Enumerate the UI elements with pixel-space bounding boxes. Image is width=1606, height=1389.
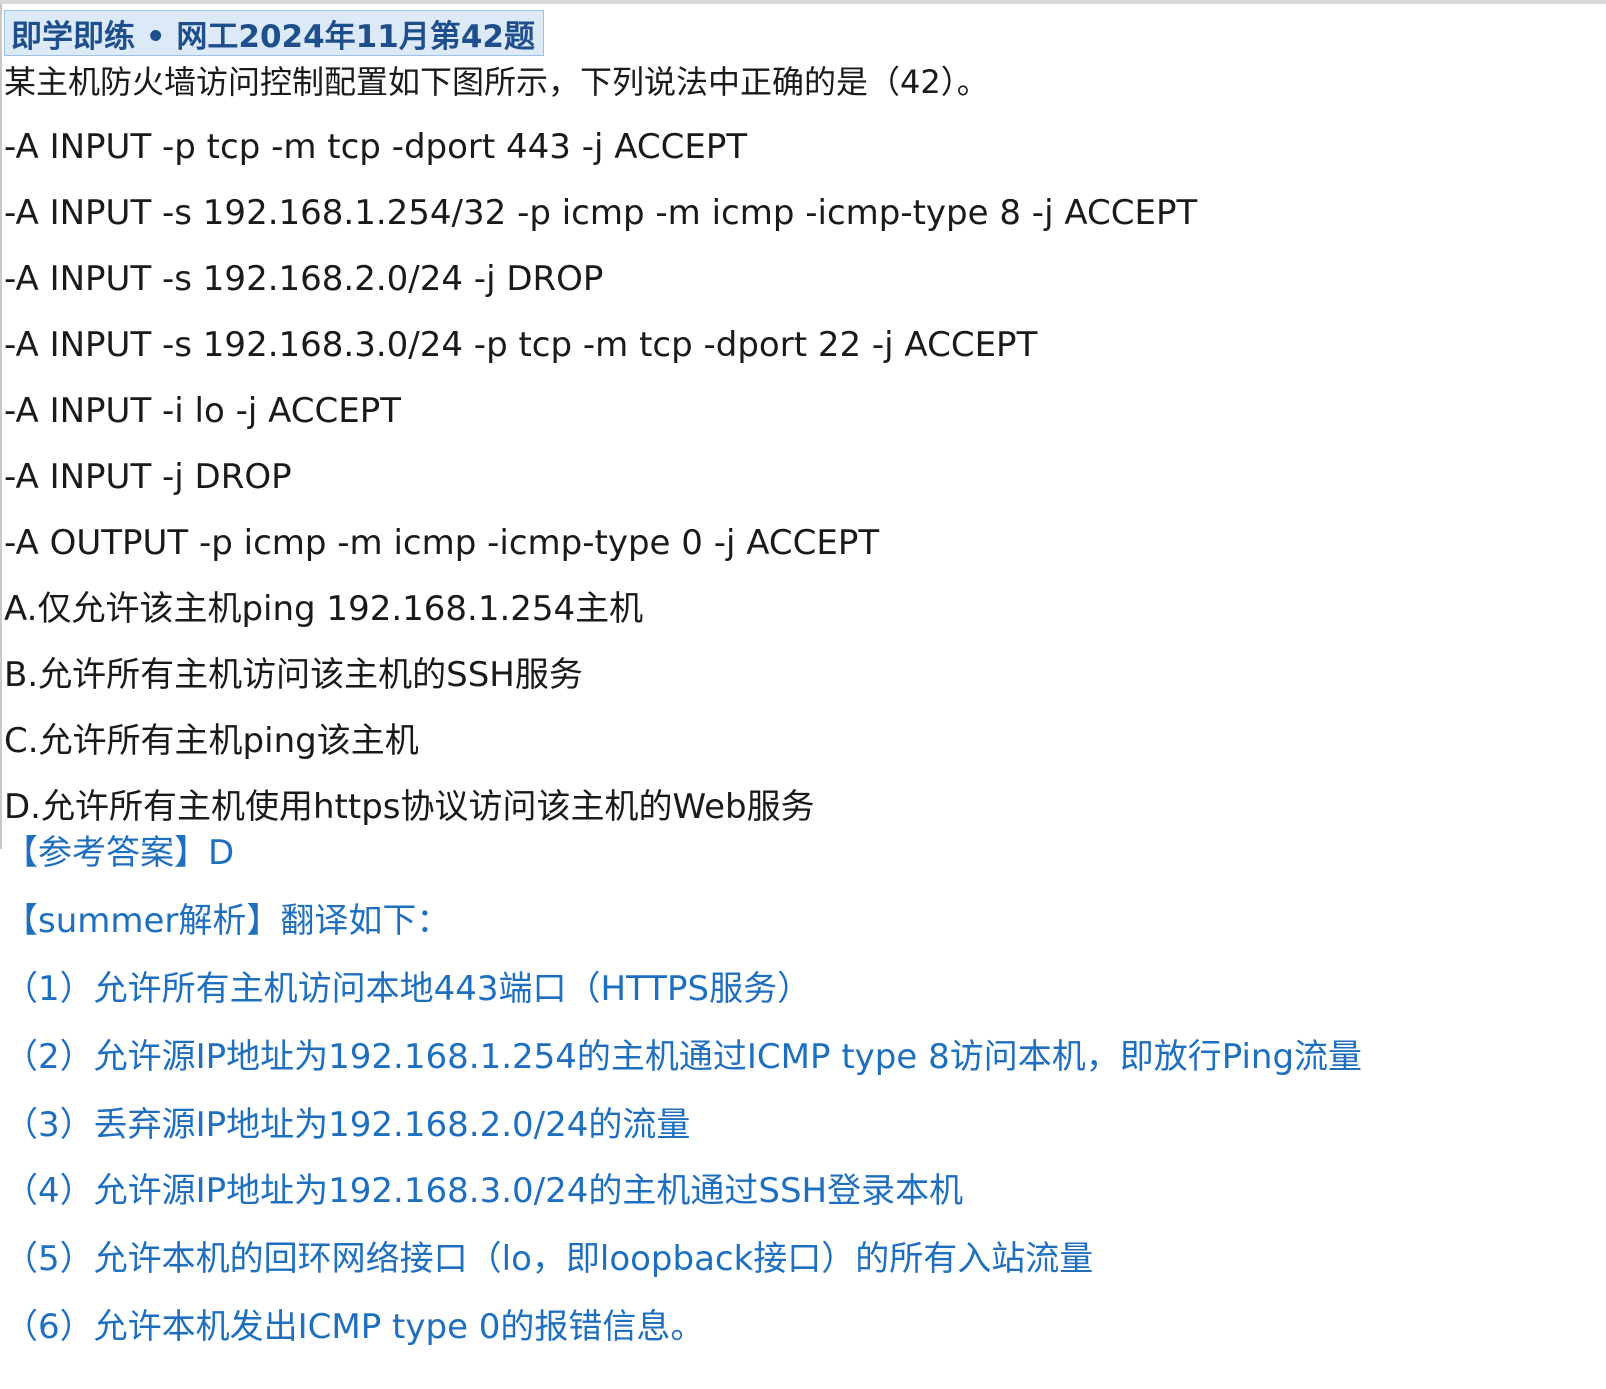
- option-d: D.允许所有主机使用https协议访问该主机的Web服务: [4, 787, 815, 827]
- firewall-rule: -A INPUT -s 192.168.1.254/32 -p icmp -m …: [4, 193, 1198, 233]
- analysis-item: （2）允许源IP地址为192.168.1.254的主机通过ICMP type 8…: [4, 1037, 1363, 1077]
- reference-answer: 【参考答案】D: [4, 833, 235, 873]
- option-c: C.允许所有主机ping该主机: [4, 721, 419, 761]
- firewall-rule: -A INPUT -p tcp -m tcp -dport 443 -j ACC…: [4, 127, 748, 167]
- option-b: B.允许所有主机访问该主机的SSH服务: [4, 655, 583, 695]
- analysis-item: （3）丢弃源IP地址为192.168.2.0/24的流量: [4, 1105, 691, 1145]
- title-banner: 即学即练 • 网工2024年11月第42题: [4, 10, 544, 56]
- firewall-rule: -A OUTPUT -p icmp -m icmp -icmp-type 0 -…: [4, 523, 880, 563]
- analysis-item: （4）允许源IP地址为192.168.3.0/24的主机通过SSH登录本机: [4, 1171, 964, 1211]
- analysis-header: 【summer解析】翻译如下：: [4, 901, 451, 941]
- firewall-rule: -A INPUT -s 192.168.2.0/24 -j DROP: [4, 259, 604, 299]
- firewall-rule: -A INPUT -s 192.168.3.0/24 -p tcp -m tcp…: [4, 325, 1038, 365]
- analysis-item: （1）允许所有主机访问本地443端口（HTTPS服务）: [4, 969, 812, 1009]
- left-divider: [0, 4, 2, 849]
- question-stem: 某主机防火墙访问控制配置如下图所示，下列说法中正确的是（42）。: [4, 63, 989, 101]
- firewall-rule: -A INPUT -j DROP: [4, 457, 292, 497]
- top-divider: [0, 0, 1606, 4]
- firewall-rule: -A INPUT -i lo -j ACCEPT: [4, 391, 402, 431]
- analysis-item: （6）允许本机发出ICMP type 0的报错信息。: [4, 1307, 705, 1347]
- analysis-item: （5）允许本机的回环网络接口（lo，即loopback接口）的所有入站流量: [4, 1239, 1094, 1279]
- option-a: A.仅允许该主机ping 192.168.1.254主机: [4, 589, 644, 629]
- page-title: 即学即练 • 网工2024年11月第42题: [11, 18, 535, 55]
